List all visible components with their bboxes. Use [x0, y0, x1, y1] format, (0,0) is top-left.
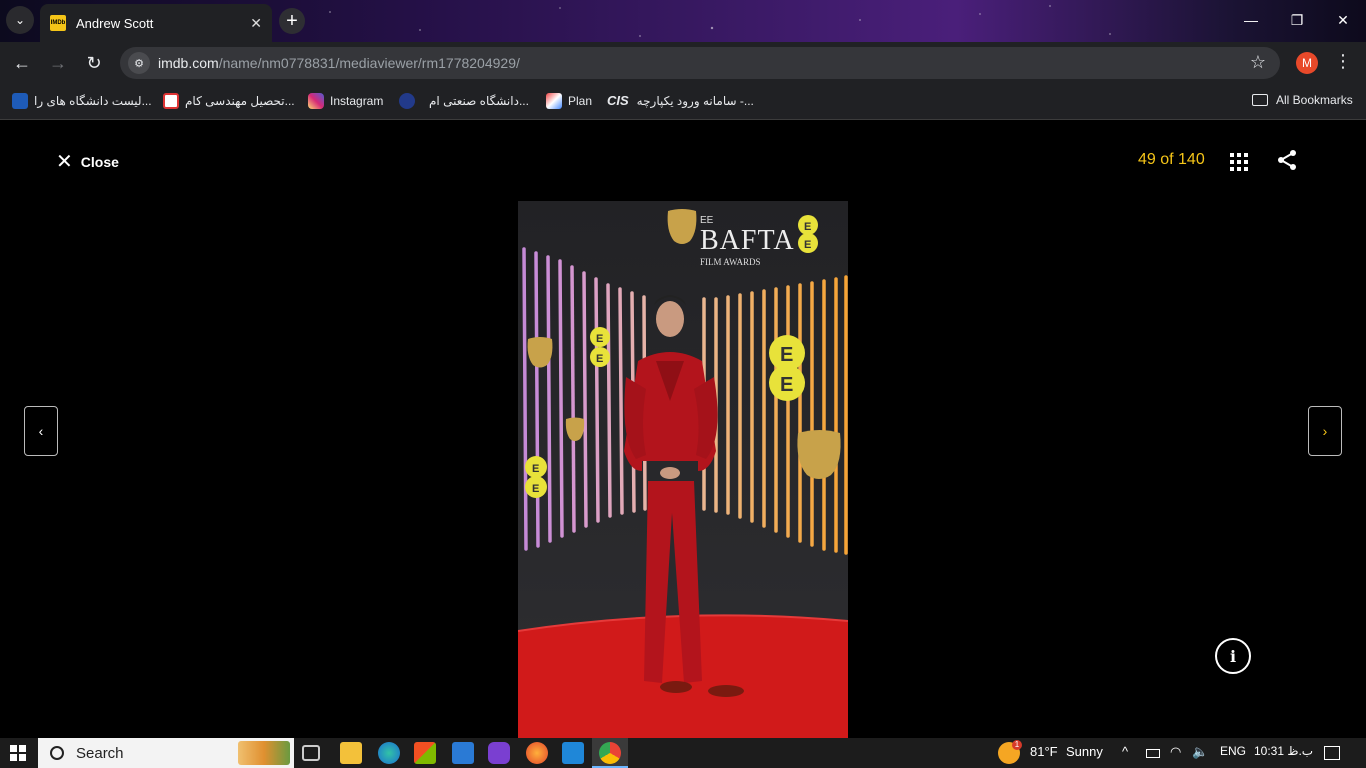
next-image-button[interactable]: ›	[1308, 406, 1342, 456]
image-counter: 49 of 140	[1138, 151, 1205, 168]
info-button[interactable]: i	[1215, 638, 1251, 674]
tab-search-chevron-icon[interactable]: ⌄	[6, 6, 34, 34]
address-bar[interactable]: ⚙ imdb.com/name/nm0778831/mediaviewer/rm…	[120, 47, 1280, 79]
site-info-icon[interactable]: ⚙	[128, 52, 150, 74]
close-icon: ✕	[56, 151, 73, 173]
windows-start-icon[interactable]	[10, 745, 26, 761]
edge-icon[interactable]	[378, 742, 400, 764]
bookmark-item[interactable]: دانشگاه صنعتی ام...	[399, 93, 529, 109]
photo-brand: BAFTA	[700, 225, 795, 256]
reload-button[interactable]: ↻	[80, 49, 108, 77]
back-button[interactable]: ←	[8, 49, 36, 77]
volume-icon[interactable]: 🔈	[1192, 744, 1208, 760]
new-tab-button[interactable]: +	[279, 8, 305, 34]
tab-close-icon[interactable]: ✕	[250, 15, 262, 32]
store-icon[interactable]	[414, 742, 436, 764]
svg-text:E: E	[532, 483, 539, 495]
svg-text:E: E	[804, 239, 811, 251]
minimize-button[interactable]: —	[1228, 0, 1274, 40]
windows-taskbar: Search 1 81°F Sunny ^ ◠ 🔈 ENG 10:31 ب.ظ	[0, 738, 1366, 768]
red-carpet-photo: EE EE EE EE EE BAFTA FILM AWARDS	[518, 201, 848, 738]
weather-badge: 1	[1012, 740, 1022, 750]
photo-brand-sub: FILM AWARDS	[700, 257, 761, 267]
chevron-right-icon: ›	[1322, 423, 1328, 439]
chevron-left-icon: ‹	[38, 423, 44, 439]
svg-text:E: E	[804, 221, 811, 233]
cas-icon: CIS	[607, 93, 629, 108]
weather-text[interactable]: Sunny	[1066, 744, 1103, 759]
bookmark-item[interactable]: CIS سامانه ورود یکپارچه -...	[607, 93, 754, 108]
search-highlight-icon	[238, 741, 290, 765]
media-viewer: ✕ Close 49 of 140 ‹ › E E E E E E E E EE…	[0, 121, 1366, 738]
battery-icon[interactable]	[1146, 749, 1160, 758]
window-close-button[interactable]: ✕	[1320, 0, 1366, 40]
restore-button[interactable]: ❐	[1274, 0, 1320, 40]
svg-text:E: E	[780, 344, 793, 366]
notifications-icon[interactable]	[1324, 746, 1340, 760]
chevron-up-icon[interactable]: ^	[1122, 744, 1128, 759]
close-button[interactable]: ✕ Close	[56, 149, 119, 174]
bookmark-icon-2	[163, 93, 179, 109]
language-indicator[interactable]: ENG	[1220, 744, 1246, 758]
bookmark-item[interactable]: تحصیل مهندسی کام...	[163, 93, 295, 109]
chrome-icon	[599, 742, 621, 764]
file-explorer-icon[interactable]	[340, 742, 362, 764]
browser-menu-icon[interactable]: ⋮	[1334, 51, 1352, 72]
share-icon[interactable]	[1276, 149, 1298, 176]
clock[interactable]: 10:31 ب.ظ	[1254, 744, 1313, 758]
forward-button[interactable]: →	[44, 49, 72, 77]
university-icon	[399, 93, 415, 109]
bookmark-item[interactable]: Instagram	[308, 93, 383, 109]
taskbar-search[interactable]: Search	[38, 738, 294, 768]
imdb-favicon-icon: IMDb	[50, 15, 66, 31]
svg-text:E: E	[780, 374, 793, 396]
svg-text:E: E	[596, 353, 603, 365]
bookmark-icon-1	[12, 93, 28, 109]
weather-temp[interactable]: 81°F	[1030, 744, 1058, 759]
svg-text:E: E	[596, 333, 603, 345]
browser-toolbar: ← → ↻ ⚙ imdb.com/name/nm0778831/mediavie…	[0, 42, 1366, 84]
firefox-icon[interactable]	[526, 742, 548, 764]
task-view-icon[interactable]	[302, 745, 320, 761]
title-bar: ⌄ IMDb Andrew Scott ✕ + — ❐ ✕	[0, 0, 1366, 42]
vscode-icon[interactable]	[562, 742, 584, 764]
chrome-taskbar-button[interactable]	[592, 738, 628, 768]
instagram-icon	[308, 93, 324, 109]
profile-avatar[interactable]: M	[1296, 52, 1318, 74]
tab-title: Andrew Scott	[76, 15, 154, 31]
svg-text:E: E	[532, 463, 539, 475]
app-icon[interactable]	[488, 742, 510, 764]
info-icon: i	[1229, 646, 1237, 666]
mail-icon[interactable]	[452, 742, 474, 764]
bookmark-item[interactable]: لیست دانشگاه های را...	[12, 93, 152, 109]
wifi-icon[interactable]: ◠	[1170, 744, 1181, 760]
folder-icon	[1252, 94, 1268, 106]
close-label: Close	[80, 153, 119, 170]
gallery-grid-icon[interactable]	[1230, 153, 1248, 171]
all-bookmarks-button[interactable]: All Bookmarks	[1252, 93, 1353, 107]
tab-andrew-scott[interactable]: IMDb Andrew Scott ✕	[40, 4, 272, 42]
plan-icon	[546, 93, 562, 109]
previous-image-button[interactable]: ‹	[24, 406, 58, 456]
bookmark-item[interactable]: Plan	[546, 93, 592, 109]
photo-illustration: EE EE EE EE EE BAFTA FILM AWARDS	[518, 201, 848, 738]
url-text[interactable]: imdb.com/name/nm0778831/mediaviewer/rm17…	[158, 55, 520, 71]
bookmark-star-icon[interactable]: ☆	[1250, 52, 1266, 73]
bookmarks-bar: لیست دانشگاه های را... تحصیل مهندسی کام.…	[0, 84, 1366, 120]
search-icon	[50, 746, 64, 760]
